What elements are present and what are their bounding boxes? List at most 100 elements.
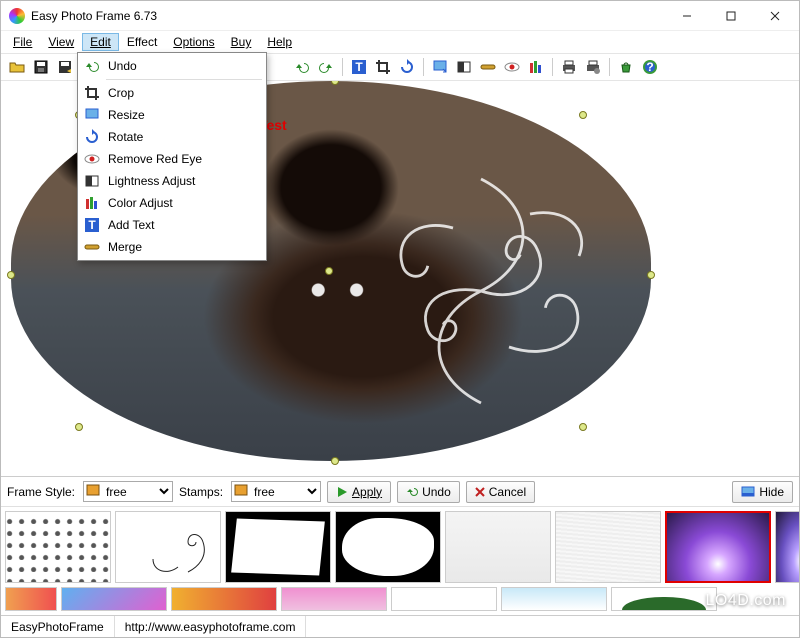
buy-button[interactable] [616, 57, 636, 77]
thumbnail[interactable] [335, 511, 441, 583]
svg-text:T: T [355, 60, 363, 74]
statusbar: EasyPhotoFrame http://www.easyphotoframe… [1, 615, 799, 637]
thumbnail[interactable] [61, 587, 167, 611]
thumbnail[interactable] [225, 511, 331, 583]
titlebar: Easy Photo Frame 6.73 [1, 1, 799, 31]
frame-style-label: Frame Style: [7, 485, 75, 499]
resize-handle-sw[interactable] [75, 423, 83, 431]
edit-undo[interactable]: Undo [80, 55, 264, 77]
text-icon: T [84, 217, 100, 233]
lightness-icon [84, 173, 100, 189]
svg-text:?: ? [646, 60, 653, 74]
toolbar-separator [423, 58, 424, 76]
resize-icon [84, 107, 100, 123]
status-app: EasyPhotoFrame [1, 616, 115, 637]
edit-color-adjust[interactable]: Color Adjust [80, 192, 264, 214]
app-icon [9, 8, 25, 24]
stamps-icon [234, 484, 248, 498]
swirl-decoration [341, 151, 621, 431]
menu-effect[interactable]: Effect [119, 33, 165, 51]
cancel-button[interactable]: Cancel [466, 481, 535, 503]
thumbnail[interactable] [5, 587, 57, 611]
undo-button[interactable] [292, 57, 312, 77]
resize-handle-w[interactable] [7, 271, 15, 279]
merge-button[interactable] [478, 57, 498, 77]
thumbnail[interactable] [445, 511, 551, 583]
lightness-button[interactable] [454, 57, 474, 77]
open-button[interactable] [7, 57, 27, 77]
menu-label: Crop [108, 86, 134, 100]
status-url[interactable]: http://www.easyphotoframe.com [115, 616, 307, 637]
thumbnail[interactable] [391, 587, 497, 611]
minimize-button[interactable] [665, 2, 709, 30]
rotate-icon [84, 129, 100, 145]
menu-view[interactable]: View [40, 33, 82, 51]
menu-label: Lightness Adjust [108, 174, 195, 188]
menu-file[interactable]: File [5, 33, 40, 51]
thumbnail[interactable] [281, 587, 387, 611]
resize-handle-ne[interactable] [579, 111, 587, 119]
merge-icon [84, 239, 100, 255]
toolbar-separator [609, 58, 610, 76]
menu-options[interactable]: Options [165, 33, 222, 51]
undo-icon [406, 486, 418, 498]
resize-handle-se[interactable] [579, 423, 587, 431]
menu-label: Color Adjust [108, 196, 173, 210]
menu-separator [106, 79, 262, 80]
thumbnail[interactable] [171, 587, 277, 611]
edit-lightness[interactable]: Lightness Adjust [80, 170, 264, 192]
menu-label: Rotate [108, 130, 143, 144]
watermark: LO4D.com [706, 592, 786, 610]
move-handle[interactable] [325, 267, 333, 275]
thumbnail-selected[interactable] [665, 511, 771, 583]
color-adjust-button[interactable] [526, 57, 546, 77]
edit-rotate[interactable]: Rotate [80, 126, 264, 148]
resize-handle-e[interactable] [647, 271, 655, 279]
undo-apply-button[interactable]: Undo [397, 481, 460, 503]
frame-style-icon [86, 484, 100, 498]
redeye-icon [84, 151, 100, 167]
thumbnails-row-1[interactable] [1, 507, 799, 587]
thumbnail[interactable] [775, 511, 799, 583]
menu-help[interactable]: Help [259, 33, 300, 51]
menu-buy[interactable]: Buy [223, 33, 260, 51]
save-as-button[interactable] [55, 57, 75, 77]
thumbnail[interactable] [5, 511, 111, 583]
save-button[interactable] [31, 57, 51, 77]
resize-button[interactable] [430, 57, 450, 77]
menubar: File View Edit Effect Options Buy Help [1, 31, 799, 53]
thumbnails-row-2[interactable] [1, 587, 799, 615]
rotate-button[interactable] [397, 57, 417, 77]
thumbnail[interactable] [555, 511, 661, 583]
play-icon [336, 486, 348, 498]
edit-resize[interactable]: Resize [80, 104, 264, 126]
toolbar-separator [342, 58, 343, 76]
help-button[interactable]: ? [640, 57, 660, 77]
edit-add-text[interactable]: T Add Text [80, 214, 264, 236]
redeye-button[interactable] [502, 57, 522, 77]
edit-remove-red-eye[interactable]: Remove Red Eye [80, 148, 264, 170]
close-button[interactable] [753, 2, 797, 30]
print-setup-button[interactable] [583, 57, 603, 77]
toolbar-separator [552, 58, 553, 76]
menu-label: Remove Red Eye [108, 152, 202, 166]
print-button[interactable] [559, 57, 579, 77]
apply-button[interactable]: Apply [327, 481, 391, 503]
resize-handle-s[interactable] [331, 457, 339, 465]
hide-icon [741, 486, 755, 498]
menu-edit[interactable]: Edit [82, 33, 119, 51]
cancel-icon [475, 487, 485, 497]
edit-merge[interactable]: Merge [80, 236, 264, 258]
text-button[interactable]: T [349, 57, 369, 77]
hide-button[interactable]: Hide [732, 481, 793, 503]
thumbnail[interactable] [501, 587, 607, 611]
thumbnail[interactable] [115, 511, 221, 583]
crop-button[interactable] [373, 57, 393, 77]
maximize-button[interactable] [709, 2, 753, 30]
redo-button[interactable] [316, 57, 336, 77]
thumbnail[interactable] [611, 587, 717, 611]
menu-label: Resize [108, 108, 145, 122]
edit-crop[interactable]: Crop [80, 82, 264, 104]
menu-label: Undo [108, 59, 137, 73]
menu-label: Merge [108, 240, 142, 254]
